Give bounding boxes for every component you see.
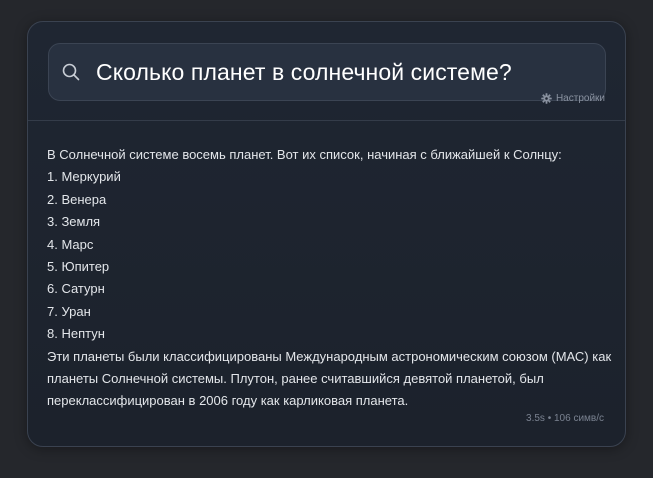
search-header: Сколько планет в солнечной системе? Наст…: [28, 22, 625, 121]
planet-item: 3. Земля: [47, 214, 101, 230]
settings-label[interactable]: Настройки: [556, 93, 605, 104]
gear-icon: [541, 93, 552, 104]
search-input[interactable]: Сколько планет в солнечной системе?: [48, 43, 606, 101]
planet-item: 1. Меркурий: [47, 169, 121, 185]
answer-card: Сколько планет в солнечной системе? Наст…: [27, 21, 626, 447]
answer-intro: В Солнечной системе восемь планет. Вот и…: [47, 147, 562, 162]
search-icon: [62, 63, 80, 81]
planet-item: 5. Юпитер: [47, 259, 110, 275]
search-query[interactable]: Сколько планет в солнечной системе?: [96, 59, 512, 86]
planet-item: 2. Венера: [47, 191, 107, 207]
planet-item: 4. Марс: [47, 236, 94, 252]
planet-item: 6. Сатурн: [47, 281, 105, 297]
planet-item: 7. Уран: [47, 303, 91, 319]
answer-text: В Солнечной системе восемь планет. Вот и…: [47, 144, 612, 413]
response-stats: 3.5s • 106 симв/с: [526, 413, 604, 424]
settings-button[interactable]: Настройки: [541, 93, 605, 104]
answer-conclusion: Эти планеты были классифицированы Междун…: [47, 348, 612, 409]
planet-item: 8. Нептун: [47, 326, 105, 342]
